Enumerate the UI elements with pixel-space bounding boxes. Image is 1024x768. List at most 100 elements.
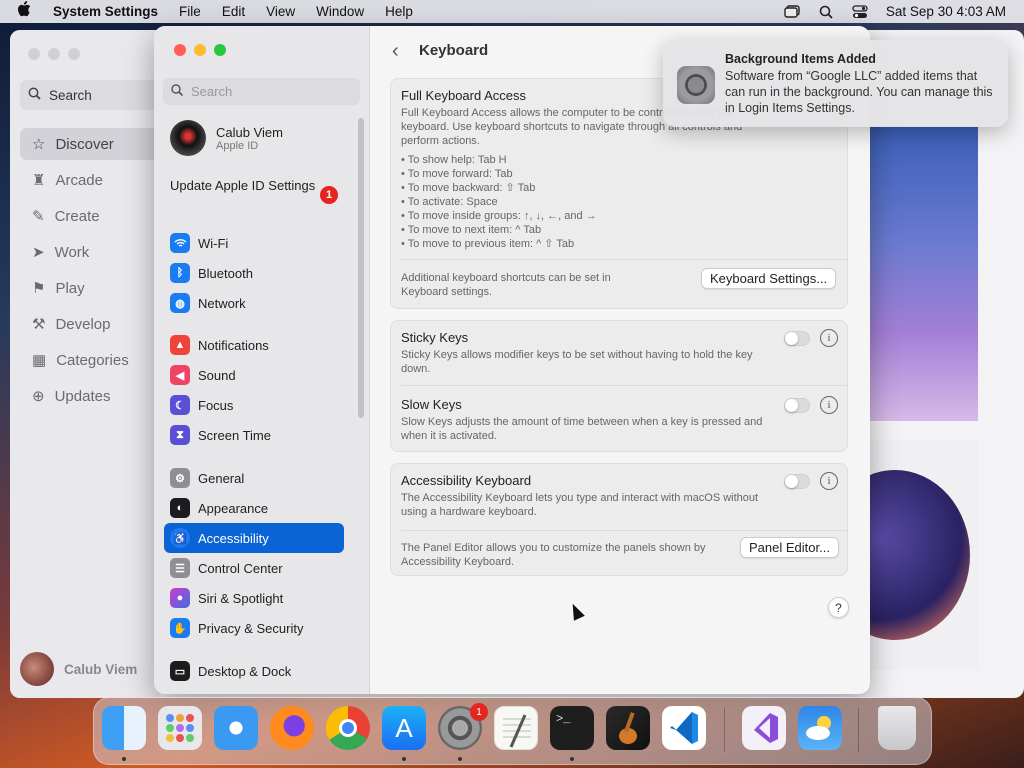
panel-editor-button[interactable]: Panel Editor... (740, 537, 839, 558)
app-store-nav-work[interactable]: ➤ Work (20, 236, 160, 268)
sidebar-scrollbar[interactable] (358, 118, 364, 418)
visual-studio-icon[interactable] (742, 706, 786, 750)
running-indicator (570, 757, 574, 761)
sidebar-item-bluetooth[interactable]: ᛒ Bluetooth (164, 258, 344, 288)
app-store-nav-play[interactable]: ⚑ Play (20, 272, 160, 304)
minimize-button[interactable] (194, 44, 206, 56)
apple-menu-icon[interactable] (17, 1, 35, 22)
finder-icon[interactable] (102, 706, 146, 750)
nav-group-system: ⚙ General ◐ Appearance ♿ Accessibility ☰ Con… (164, 463, 344, 643)
menu-window[interactable]: Window (316, 4, 364, 19)
sidebar-item-network[interactable]: ◍ Network (164, 288, 344, 318)
fka-tips: • To show help: Tab H • To move forward:… (401, 153, 771, 251)
dock-separator (858, 708, 859, 752)
sidebar-item-desktop-dock[interactable]: ▭ Desktop & Dock (164, 656, 344, 686)
menu-help[interactable]: Help (385, 4, 413, 19)
control-center-icon[interactable] (852, 4, 868, 19)
tip: • To move to previous item: ^ ⇧ Tab (401, 238, 575, 250)
notification-banner[interactable]: Background Items Added Software from “Go… (663, 40, 1008, 127)
rocket-icon: ⚑ (32, 280, 46, 297)
close-button[interactable] (28, 48, 40, 60)
zoom-button[interactable] (214, 44, 226, 56)
sticky-keys-toggle[interactable] (784, 331, 810, 346)
garageband-icon[interactable] (606, 706, 650, 750)
system-settings-gear-icon (677, 66, 715, 104)
app-store-nav-discover[interactable]: ☆ Discover (20, 128, 160, 160)
menu-edit[interactable]: Edit (222, 4, 245, 19)
menu-clock[interactable]: Sat Sep 30 4:03 AM (886, 4, 1006, 19)
sticky-keys-title: Sticky Keys (401, 330, 469, 345)
launchpad-icon[interactable] (158, 706, 202, 750)
sidebar-item-sound[interactable]: ◀ Sound (164, 360, 344, 390)
tip: • To activate: Space (401, 196, 498, 208)
update-apple-id-item[interactable]: Update Apple ID Settings (170, 178, 340, 194)
spotlight-search-icon[interactable] (818, 5, 834, 19)
nav-label: Accessibility (198, 530, 269, 546)
app-store-account[interactable]: Calub Viem (20, 652, 137, 686)
bell-icon: ▲ (170, 335, 190, 355)
sidebar-item-appearance[interactable]: ◐ Appearance (164, 493, 344, 523)
firefox-icon[interactable] (270, 706, 314, 750)
nav-group-desktop: ▭ Desktop & Dock (164, 656, 344, 686)
avatar (20, 652, 54, 686)
apple-id-profile[interactable]: Calub Viem Apple ID (170, 120, 283, 156)
stage-manager-icon[interactable] (784, 5, 800, 19)
help-button[interactable]: ? (828, 597, 849, 618)
app-store-nav-categories[interactable]: ▦ Categories (20, 344, 160, 376)
keyboard-settings-button[interactable]: Keyboard Settings... (701, 268, 837, 289)
accessibility-keyboard-toggle[interactable] (784, 474, 810, 489)
slow-keys-toggle[interactable] (784, 398, 810, 413)
profile-name: Calub Viem (216, 124, 283, 140)
tip: • To move inside groups: ↑, ↓, ←, and → (401, 210, 597, 222)
sidebar-item-siri-spotlight[interactable]: ● Siri & Spotlight (164, 583, 344, 613)
vscode-icon[interactable] (662, 706, 706, 750)
menu-file[interactable]: File (179, 4, 201, 19)
accessibility-keyboard-title: Accessibility Keyboard (401, 473, 532, 488)
sidebar-item-wifi[interactable]: Wi-Fi (164, 228, 344, 258)
safari-icon[interactable] (214, 706, 258, 750)
close-button[interactable] (174, 44, 186, 56)
nav-group-alerts: ▲ Notifications ◀ Sound ☾ Focus ⧗ Screen Tim… (164, 330, 344, 450)
hourglass-icon: ⧗ (170, 425, 190, 445)
settings-search-input[interactable]: Search (163, 78, 360, 105)
featured-artwork-2[interactable] (820, 440, 978, 670)
app-store-search-input[interactable]: Search (20, 80, 160, 110)
app-store-icon[interactable]: A (382, 706, 426, 750)
sidebar-item-accessibility[interactable]: ♿ Accessibility (164, 523, 344, 553)
nav-label: Updates (54, 387, 111, 405)
textedit-icon[interactable] (494, 706, 538, 750)
minimize-button[interactable] (48, 48, 60, 60)
menu-view[interactable]: View (266, 4, 295, 19)
nav-label: Network (198, 295, 246, 311)
app-store-nav-updates[interactable]: ⊕ Updates (20, 380, 160, 412)
weather-icon[interactable] (798, 706, 842, 750)
sticky-keys-info-icon[interactable]: i (820, 329, 838, 347)
sidebar-item-privacy-security[interactable]: ✋ Privacy & Security (164, 613, 344, 643)
menu-app-name[interactable]: System Settings (53, 4, 158, 19)
sidebar-item-screen-time[interactable]: ⧗ Screen Time (164, 420, 344, 450)
nav-label: Categories (56, 351, 129, 369)
dock: A 1 >_ (93, 697, 932, 765)
accessibility-keyboard-info-icon[interactable]: i (820, 472, 838, 490)
sidebar-item-control-center[interactable]: ☰ Control Center (164, 553, 344, 583)
brush-icon: ✎ (32, 208, 45, 225)
sidebar-item-general[interactable]: ⚙ General (164, 463, 344, 493)
chrome-icon[interactable] (326, 706, 370, 750)
search-icon (171, 84, 184, 99)
slow-keys-info-icon[interactable]: i (820, 396, 838, 414)
profile-subtitle: Apple ID (216, 139, 259, 152)
nav-label: Play (55, 279, 85, 297)
sidebar-item-notifications[interactable]: ▲ Notifications (164, 330, 344, 360)
terminal-icon[interactable]: >_ (550, 706, 594, 750)
divider (401, 259, 847, 260)
featured-artwork[interactable] (870, 126, 978, 421)
back-chevron-icon[interactable]: ‹ (392, 40, 399, 63)
sidebar-item-focus[interactable]: ☾ Focus (164, 390, 344, 420)
zoom-button[interactable] (68, 48, 80, 60)
sticky-keys-description: Sticky Keys allows modifier keys to be s… (401, 349, 753, 375)
app-store-nav-create[interactable]: ✎ Create (20, 200, 160, 232)
app-store-nav-develop[interactable]: ⚒ Develop (20, 308, 160, 340)
app-store-nav-arcade[interactable]: ♜ Arcade (20, 164, 160, 196)
trash-icon[interactable] (878, 706, 916, 750)
nav-label: Develop (55, 315, 111, 333)
